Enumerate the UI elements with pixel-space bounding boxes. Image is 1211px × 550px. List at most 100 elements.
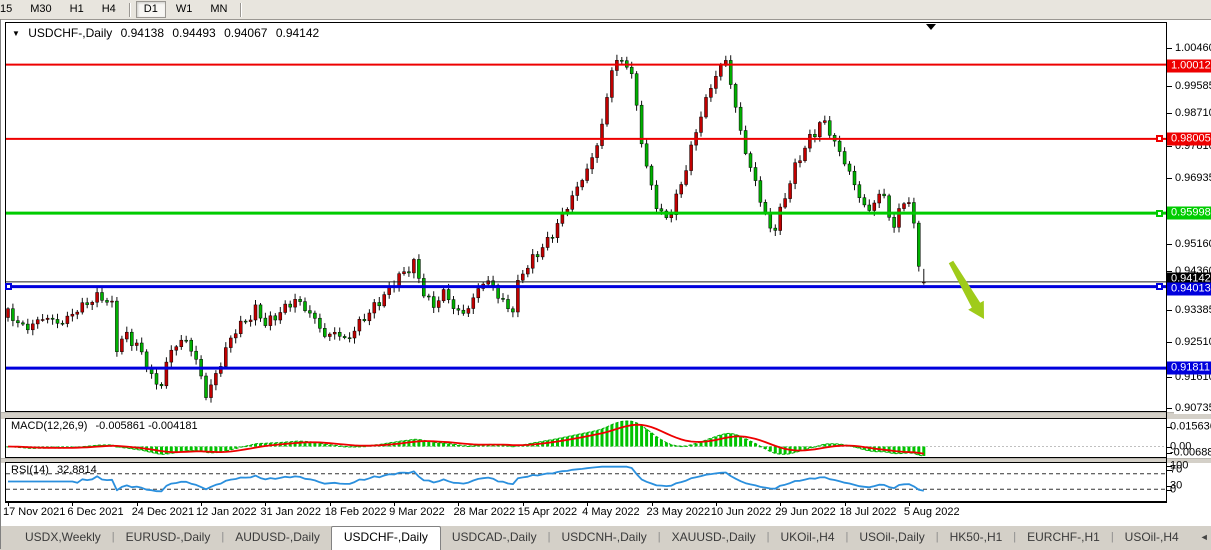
chart-tab-usoil-h4[interactable]: USOil-,H4 — [1114, 527, 1190, 549]
candle-up — [135, 343, 138, 346]
candle-down — [630, 67, 633, 74]
chart-tab-usdcnh-daily[interactable]: USDCNH-,Daily — [550, 527, 657, 549]
hline-right-handle[interactable] — [1156, 283, 1163, 290]
chart-tab-hk50-h1[interactable]: HK50-,H1 — [939, 527, 1014, 549]
date-label: 9 Mar 2022 — [389, 506, 445, 518]
macd-histogram-bar — [719, 435, 722, 447]
candle-down — [759, 181, 762, 203]
macd-histogram-bar — [591, 432, 594, 447]
candle-up — [581, 180, 584, 187]
candle-up — [571, 196, 574, 210]
macd-histogram-bar — [650, 433, 653, 447]
candle-up — [610, 71, 613, 98]
sell-arrow-annotation[interactable] — [949, 261, 984, 319]
timeframe-toolbar: 15M30H1H4 D1W1MN — [0, 0, 1211, 20]
macd-panel-border-top — [5, 418, 1166, 419]
candle-up — [675, 194, 678, 215]
candle-down — [551, 237, 554, 238]
macd-histogram-bar — [922, 447, 925, 457]
candle-up — [353, 331, 356, 338]
chart-tab-usdchf-daily[interactable]: USDCHF-,Daily — [331, 526, 441, 550]
candle-down — [61, 323, 64, 324]
macd-histogram-bar — [709, 438, 712, 446]
candle-up — [873, 203, 876, 211]
panel-splitter-rsi[interactable] — [0, 458, 1211, 464]
candle-up — [685, 171, 688, 185]
price-panel-border-top — [5, 22, 1166, 23]
price-line-label-0.95998: 0.95998 — [1167, 207, 1211, 220]
chart-tab-usdcad-daily[interactable]: USDCAD-,Daily — [441, 527, 548, 549]
ohlc-close: 0.94142 — [276, 26, 319, 40]
chart-tab-eurchf-h1[interactable]: EURCHF-,H1 — [1016, 527, 1111, 549]
candle-down — [26, 324, 29, 330]
candle-down — [858, 185, 861, 198]
price-tick-label: 0.90735 — [1174, 402, 1211, 414]
macd-label: MACD(12,26,9) — [11, 420, 87, 432]
candle-up — [66, 316, 69, 324]
candle-up — [81, 303, 84, 312]
chart-tab-usdx-weekly[interactable]: USDX,Weekly — [14, 527, 112, 549]
chart-tab-audusd-daily[interactable]: AUDUSD-,Daily — [224, 527, 331, 549]
price-tick-label: 1.00460 — [1174, 42, 1211, 54]
candle-down — [313, 313, 316, 318]
candle-down — [185, 340, 188, 341]
timeframe-button-D1[interactable]: D1 — [136, 1, 166, 18]
macd-histogram-bar — [645, 429, 648, 446]
macd-histogram-bar — [655, 437, 658, 447]
date-label: 12 Jan 2022 — [196, 506, 257, 518]
date-label: 23 May 2022 — [647, 506, 711, 518]
candle-down — [130, 332, 133, 345]
candle-up — [467, 309, 470, 314]
candle-down — [407, 272, 410, 273]
ohlc-low: 0.94067 — [224, 26, 267, 40]
candle-up — [368, 313, 371, 321]
macd-histogram-bar — [898, 447, 901, 454]
price-tick-dash — [1166, 86, 1172, 87]
candle-down — [883, 194, 886, 196]
window-left-border — [0, 19, 1, 549]
candle-down — [655, 185, 658, 209]
macd-values: -0.005861 -0.004181 — [95, 420, 197, 432]
chart-shift-marker-icon[interactable] — [926, 24, 936, 30]
candle-up — [41, 320, 44, 321]
timeframe-button-H1[interactable]: H1 — [62, 1, 92, 18]
candle-up — [328, 334, 331, 336]
candle-down — [16, 321, 19, 323]
hline-right-handle[interactable] — [1156, 135, 1163, 142]
chart-tab-usoil-daily[interactable]: USOil-,Daily — [848, 527, 935, 549]
candle-up — [586, 169, 589, 181]
tab-scroll-left-icon[interactable]: ◄ — [1200, 532, 1209, 542]
candle-up — [487, 281, 490, 284]
timeframe-button-W1[interactable]: W1 — [168, 1, 201, 18]
macd-histogram-bar — [729, 433, 732, 446]
candle-down — [635, 74, 638, 106]
candle-down — [848, 164, 851, 171]
chart-dropdown-icon[interactable]: ▼ — [12, 29, 20, 38]
candle-down — [769, 214, 772, 229]
date-label: 18 Feb 2022 — [325, 506, 387, 518]
chart-tab-ukoil-h4[interactable]: UKOil-,H4 — [770, 527, 846, 549]
price-tick-dash — [1166, 146, 1172, 147]
chart-tab-xauusd-daily[interactable]: XAUUSD-,Daily — [661, 527, 767, 549]
macd-histogram-bar — [610, 425, 613, 447]
candle-up — [383, 295, 386, 306]
hline-left-handle[interactable] — [5, 283, 12, 290]
timeframe-button-H4[interactable]: H4 — [94, 1, 124, 18]
price-line-label-1.00012: 1.00012 — [1167, 60, 1211, 73]
candle-up — [125, 332, 128, 339]
candle-up — [546, 237, 549, 247]
candle-up — [284, 304, 287, 312]
candle-down — [244, 321, 247, 322]
candle-down — [917, 223, 920, 266]
timeframe-button-15[interactable]: 15 — [0, 1, 20, 18]
hline-right-handle[interactable] — [1156, 210, 1163, 217]
chart-tab-eurusd-daily[interactable]: EURUSD-,Daily — [115, 527, 222, 549]
candle-up — [561, 213, 564, 223]
timeframe-button-M30[interactable]: M30 — [22, 1, 59, 18]
candle-up — [784, 199, 787, 208]
timeframe-button-MN[interactable]: MN — [202, 1, 235, 18]
rsi-axis-value: 70 — [1170, 465, 1182, 476]
price-tick-label: 0.96935 — [1174, 172, 1211, 184]
price-tick-label: 0.92510 — [1174, 336, 1211, 348]
chart-title: ▼ USDCHF-,Daily 0.94138 0.94493 0.94067 … — [12, 26, 324, 40]
